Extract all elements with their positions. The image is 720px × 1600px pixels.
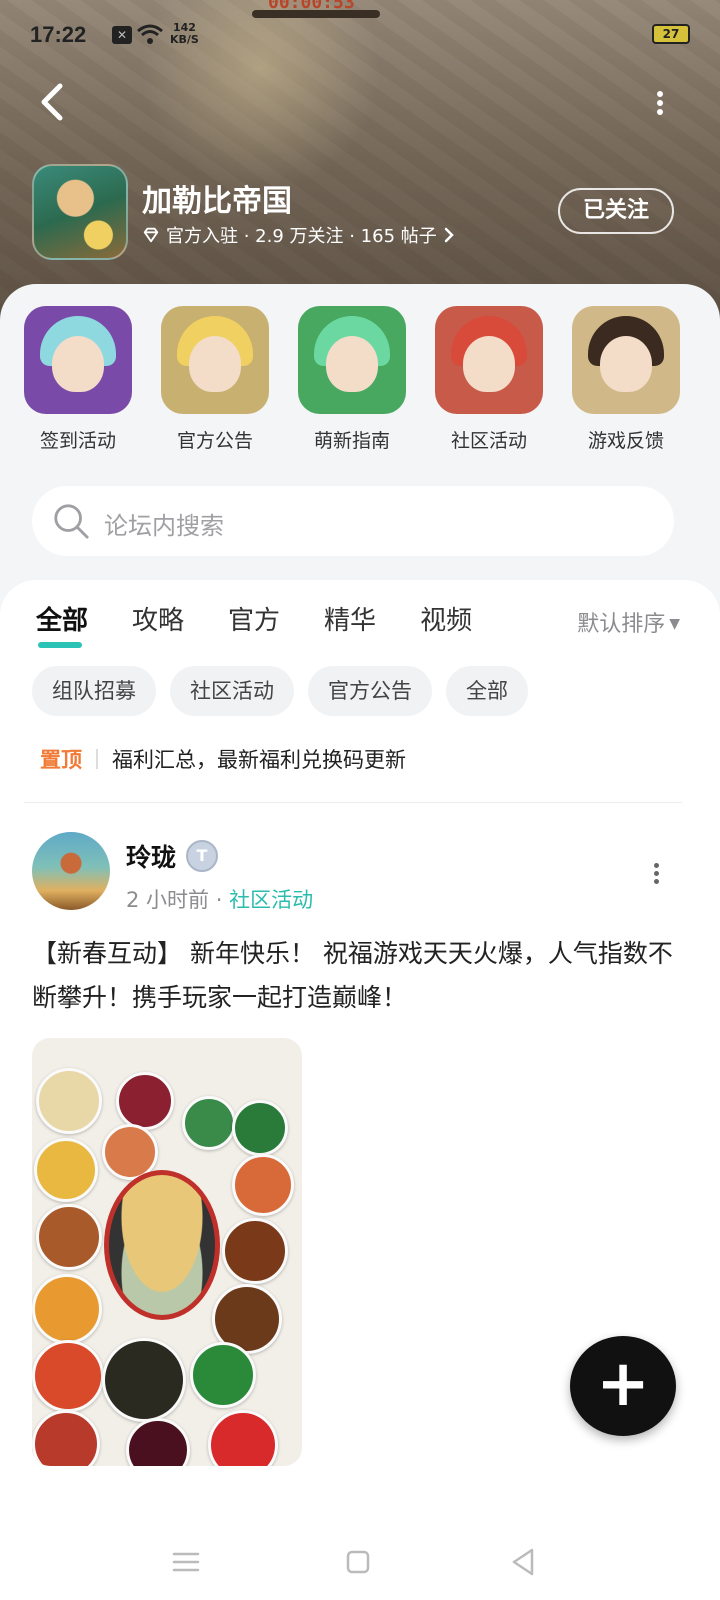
diamond-icon <box>143 227 159 243</box>
caret-down-icon: ▼ <box>669 616 680 632</box>
game-meta[interactable]: 官方入驻 · 2.9 万关注 · 165 帖子 <box>142 222 455 248</box>
shortcut-community-event[interactable]: 社区活动 <box>434 306 544 453</box>
dish <box>126 1418 190 1466</box>
wifi-icon <box>136 22 164 52</box>
search-input[interactable]: 论坛内搜索 <box>32 486 674 556</box>
pinned-divider <box>96 749 98 769</box>
shortcut-feedback[interactable]: 游戏反馈 <box>571 306 681 453</box>
shortcut-thumb-guide <box>298 306 406 414</box>
shortcut-announcement[interactable]: 官方公告 <box>160 306 270 453</box>
post-meta: 2 小时前 · 社区活动 <box>126 884 313 914</box>
sort-label: 默认排序 <box>577 612 666 637</box>
tab-all[interactable]: 全部 <box>36 600 88 648</box>
dish <box>190 1342 256 1408</box>
shortcut-label: 游戏反馈 <box>587 430 664 452</box>
post-feed: 全部 攻略 官方 精华 视频 默认排序 ▼ 组队招募 社区活动 官方公告 全部 置… <box>0 580 720 1600</box>
chip-official-notice[interactable]: 官方公告 <box>308 666 432 716</box>
post-body[interactable]: 【新春互动】 新年快乐！ 祝福游戏天天火爆，人气指数不断攀升！携手玩家一起打造巅… <box>32 932 682 1020</box>
dish <box>116 1072 174 1130</box>
game-title: 加勒比帝国 <box>142 184 292 219</box>
official-badge-icon: T <box>186 840 219 872</box>
chip-team-recruit[interactable]: 组队招募 <box>32 666 156 716</box>
dish <box>182 1096 236 1150</box>
shortcut-thumb-announcement <box>161 306 269 414</box>
pinned-post[interactable]: 置顶 福利汇总，最新福利兑换码更新 <box>40 744 406 774</box>
home-icon[interactable] <box>338 1542 378 1582</box>
post-meta-separator: · <box>215 888 223 912</box>
timer-text: 00:00:53 <box>268 0 355 13</box>
follow-button[interactable]: 已关注 <box>558 188 674 234</box>
menu-icon[interactable] <box>166 1542 206 1582</box>
pinned-tag: 置顶 <box>40 748 82 772</box>
search-icon <box>54 504 89 539</box>
shortcut-thumb-feedback <box>572 306 680 414</box>
chevron-right-icon <box>444 227 454 243</box>
divider <box>24 802 682 803</box>
author-name: 玲珑 <box>126 843 177 872</box>
dish <box>32 1410 100 1466</box>
post-image[interactable] <box>32 1038 302 1466</box>
chevron-left-icon <box>41 83 63 121</box>
back-triangle-icon[interactable] <box>504 1542 544 1582</box>
shortcut-face <box>463 336 515 392</box>
status-bar: 17:22 ✕ 142 KB/S 27 <box>30 18 690 54</box>
shortcut-label: 签到活动 <box>39 430 116 452</box>
dish <box>208 1410 278 1466</box>
tab-featured[interactable]: 精华 <box>324 600 376 646</box>
post-more-button[interactable] <box>650 860 662 884</box>
shortcut-label: 社区活动 <box>450 430 527 452</box>
pinned-title: 福利汇总，最新福利兑换码更新 <box>112 748 406 772</box>
filter-chips: 组队招募 社区活动 官方公告 全部 <box>32 666 528 716</box>
shortcut-row: 签到活动 官方公告 萌新指南 社区活动 游戏反馈 <box>0 306 720 466</box>
dish <box>232 1100 288 1156</box>
chip-community-event[interactable]: 社区活动 <box>170 666 294 716</box>
shortcut-face <box>52 336 104 392</box>
dish <box>32 1340 104 1412</box>
plus-icon: + <box>596 1347 650 1421</box>
shortcut-face <box>189 336 241 392</box>
post-time: 2 小时前 <box>126 888 210 912</box>
tab-guides[interactable]: 攻略 <box>132 600 184 646</box>
battery-icon: 27 <box>652 24 690 44</box>
shortcut-label: 萌新指南 <box>313 430 390 452</box>
dish <box>36 1068 102 1134</box>
post-category[interactable]: 社区活动 <box>229 888 313 912</box>
shortcut-label: 官方公告 <box>176 430 253 452</box>
system-nav-bar <box>0 1524 720 1600</box>
dish <box>32 1274 102 1344</box>
post-author[interactable]: 玲珑 T <box>126 838 219 874</box>
tab-official[interactable]: 官方 <box>228 600 280 646</box>
status-time: 17:22 <box>30 22 87 47</box>
shortcut-thumb-community <box>435 306 543 414</box>
shortcut-face <box>600 336 652 392</box>
hotpot <box>104 1170 220 1320</box>
network-speed-unit: KB/S <box>170 33 199 46</box>
back-button[interactable] <box>34 80 74 124</box>
shortcut-thumb-checkin <box>24 306 132 414</box>
dish <box>232 1154 294 1216</box>
dish <box>36 1204 102 1270</box>
shortcut-face <box>326 336 378 392</box>
forum-content: 签到活动 官方公告 萌新指南 社区活动 游戏反馈 论坛内搜索 全部 攻略 官方 … <box>0 284 720 1600</box>
more-options-button[interactable] <box>650 88 670 118</box>
tab-video[interactable]: 视频 <box>420 600 472 646</box>
shortcut-checkin[interactable]: 签到活动 <box>23 306 133 453</box>
sort-dropdown[interactable]: 默认排序 ▼ <box>577 606 680 638</box>
dish <box>222 1218 288 1284</box>
shortcut-newbie-guide[interactable]: 萌新指南 <box>297 306 407 453</box>
create-post-button[interactable]: + <box>567 1333 679 1439</box>
avatar[interactable] <box>32 832 110 910</box>
game-icon <box>32 164 128 260</box>
notification-icon: ✕ <box>112 26 132 44</box>
network-speed: 142 KB/S <box>170 22 199 46</box>
dish <box>102 1338 186 1422</box>
game-timer-overlay: 00:00:53 <box>240 0 380 22</box>
dish <box>34 1138 98 1202</box>
search-placeholder: 论坛内搜索 <box>104 512 224 540</box>
category-tabs: 全部 攻略 官方 精华 视频 <box>36 600 516 650</box>
game-meta-text: 官方入驻 · 2.9 万关注 · 165 帖子 <box>166 226 437 247</box>
chip-all[interactable]: 全部 <box>446 666 528 716</box>
